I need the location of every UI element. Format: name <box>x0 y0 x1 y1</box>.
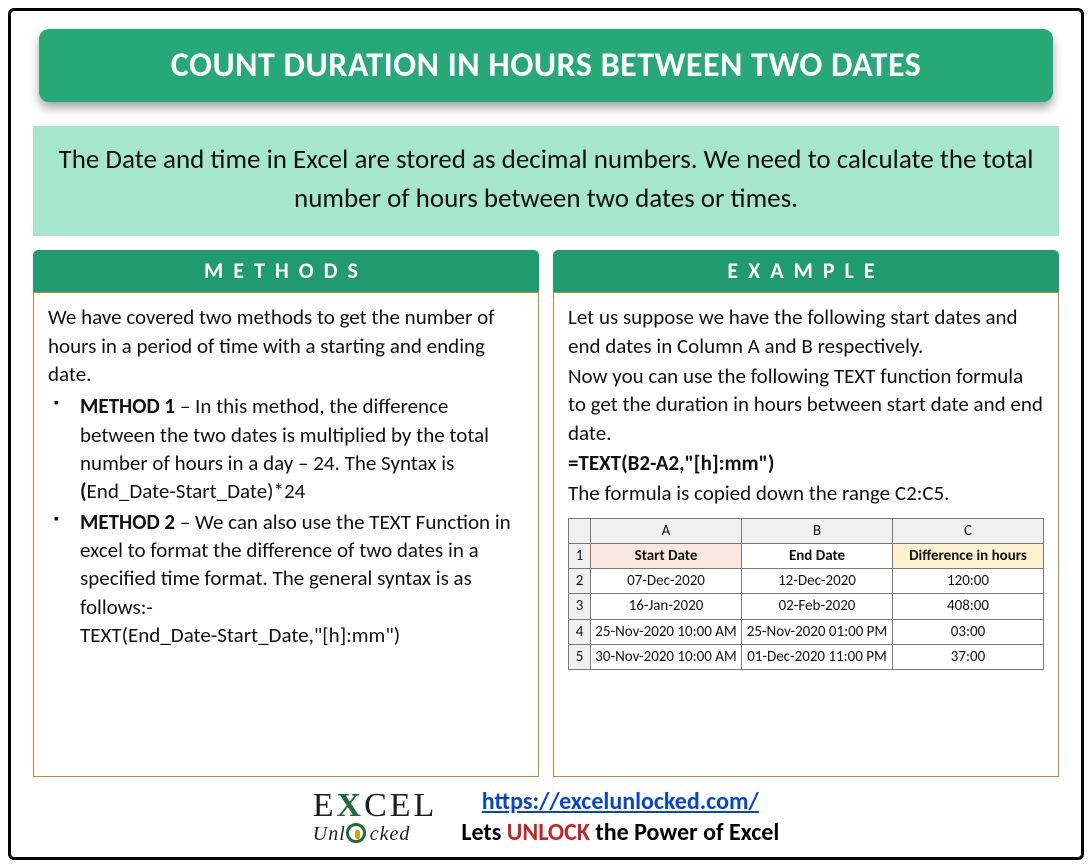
xl-rownum: 3 <box>569 594 591 619</box>
methods-lead: We have covered two methods to get the n… <box>48 303 524 388</box>
footer: EXCEL Unlcked https://excelunlocked.com/… <box>33 787 1059 847</box>
document-frame: COUNT DURATION IN HOURS BETWEEN TWO DATE… <box>8 8 1084 860</box>
xl-cell: 07-Dec-2020 <box>591 569 742 594</box>
xl-cell: 120:00 <box>893 569 1044 594</box>
method-1-label: METHOD 1 <box>80 393 175 419</box>
logo-rest: CEL <box>364 787 437 824</box>
xl-cell: 37:00 <box>893 644 1044 669</box>
method-1: METHOD 1 – In this method, the differenc… <box>48 392 524 505</box>
footer-text: https://excelunlocked.com/ Lets UNLOCK t… <box>461 787 779 847</box>
example-p1: Let us suppose we have the following sta… <box>568 303 1044 360</box>
table-row: 4 25-Nov-2020 10:00 AM 25-Nov-2020 01:00… <box>569 619 1044 644</box>
page-title: COUNT DURATION IN HOURS BETWEEN TWO DATE… <box>39 29 1053 102</box>
logo-bottom-post: cked <box>370 823 411 845</box>
xl-cell: 408:00 <box>893 594 1044 619</box>
xl-cell: 12-Dec-2020 <box>742 569 893 594</box>
xl-cell: 01-Dec-2020 11:00 PM <box>742 644 893 669</box>
logo-letter: E <box>313 787 337 824</box>
xl-rownum: 2 <box>569 569 591 594</box>
table-row: 2 07-Dec-2020 12-Dec-2020 120:00 <box>569 569 1044 594</box>
example-column: EXAMPLE Let us suppose we have the follo… <box>553 250 1059 777</box>
method-1-syntax: End_Date-Start_Date)*24 <box>87 478 306 504</box>
brand-logo: EXCEL Unlcked <box>313 790 438 843</box>
tag-post: the Power of Excel <box>590 818 779 847</box>
tag-unlock: UNLOCK <box>507 818 590 847</box>
tag-pre: Lets <box>461 818 506 847</box>
method-2-syntax: TEXT(End_Date-Start_Date,"[h]:mm") <box>80 622 400 648</box>
method-2-label: METHOD 2 <box>80 509 175 535</box>
xl-cell: 25-Nov-2020 01:00 PM <box>742 619 893 644</box>
methods-body: We have covered two methods to get the n… <box>33 292 539 777</box>
xl-rownum: 4 <box>569 619 591 644</box>
xl-col-c: C <box>893 518 1044 543</box>
table-row: 3 16-Jan-2020 02-Feb-2020 408:00 <box>569 594 1044 619</box>
xl-col-b: B <box>742 518 893 543</box>
xl-header-end: End Date <box>742 543 893 568</box>
xl-row-1: 1 <box>569 543 591 568</box>
example-formula: =TEXT(B2-A2,"[h]:mm") <box>568 449 1044 477</box>
xl-corner <box>569 518 591 543</box>
example-heading: EXAMPLE <box>553 250 1059 292</box>
methods-column: METHODS We have covered two methods to g… <box>33 250 539 777</box>
content-columns: METHODS We have covered two methods to g… <box>33 250 1059 777</box>
tagline: Lets UNLOCK the Power of Excel <box>461 818 779 847</box>
logo-bottom-pre: Unl <box>313 823 346 845</box>
xl-header-diff: Difference in hours <box>893 543 1044 568</box>
xl-cell: 30-Nov-2020 10:00 AM <box>591 644 742 669</box>
lock-icon <box>346 823 366 843</box>
methods-heading: METHODS <box>33 250 539 292</box>
excel-table: A B C 1 Start Date End Date Difference i… <box>568 518 1044 671</box>
xl-cell: 16-Jan-2020 <box>591 594 742 619</box>
xl-cell: 02-Feb-2020 <box>742 594 893 619</box>
example-p2: Now you can use the following TEXT funct… <box>568 362 1044 447</box>
xl-col-a: A <box>591 518 742 543</box>
site-link[interactable]: https://excelunlocked.com/ <box>482 787 759 816</box>
method-2: METHOD 2 – We can also use the TEXT Func… <box>48 508 524 650</box>
table-row: 5 30-Nov-2020 10:00 AM 01-Dec-2020 11:00… <box>569 644 1044 669</box>
xl-header-start: Start Date <box>591 543 742 568</box>
xl-cell: 03:00 <box>893 619 1044 644</box>
intro-text: The Date and time in Excel are stored as… <box>33 126 1059 236</box>
example-p3: The formula is copied down the range C2:… <box>568 479 1044 507</box>
xl-cell: 25-Nov-2020 10:00 AM <box>591 619 742 644</box>
example-body: Let us suppose we have the following sta… <box>553 292 1059 777</box>
xl-rownum: 5 <box>569 644 591 669</box>
